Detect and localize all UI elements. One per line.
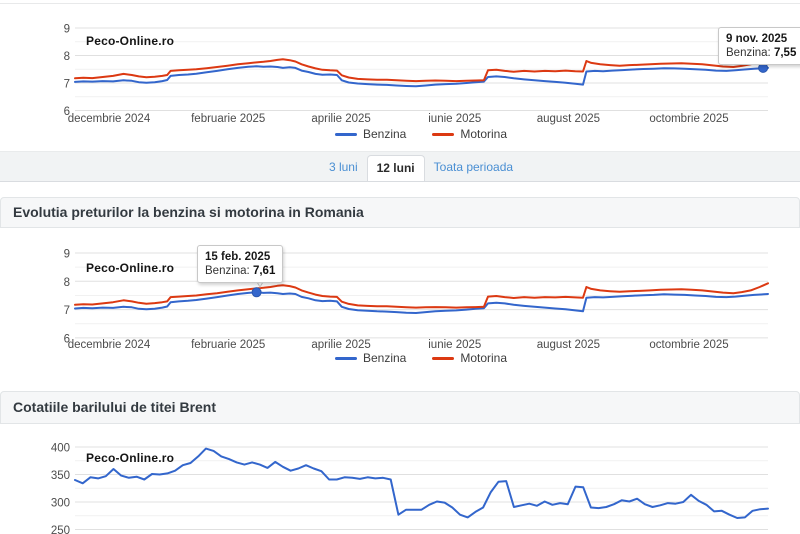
x-axis-tick-label: iunie 2025 xyxy=(428,113,481,125)
x-axis-tick-label: octombrie 2025 xyxy=(649,339,728,351)
y-axis-tick-label: 350 xyxy=(51,470,70,482)
legend-label: Motorina xyxy=(460,127,507,141)
legend-item-benzina: Benzina xyxy=(335,127,406,141)
tab-3-luni[interactable]: 3 luni xyxy=(320,155,367,181)
x-axis-tick-label: februarie 2025 xyxy=(191,339,265,351)
x-axis-tick-label: aprilie 2025 xyxy=(311,339,370,351)
page: 9876decembrie 2024februarie 2025aprilie … xyxy=(0,0,800,534)
x-axis-tick-label: decembrie 2024 xyxy=(68,113,151,125)
fuel-section-heading-text: Evolutia preturilor la benzina si motori… xyxy=(13,204,364,220)
y-axis-tick-label: 7 xyxy=(64,79,70,91)
x-axis-tick-label: decembrie 2024 xyxy=(68,339,151,351)
y-axis-tick-label: 9 xyxy=(64,24,70,36)
benzina-line-swatch xyxy=(335,357,357,360)
tab-12-luni[interactable]: 12 luni xyxy=(367,155,425,181)
motorina-line-swatch xyxy=(432,357,454,360)
x-axis-tick-label: august 2025 xyxy=(537,113,600,125)
tooltip-date: 15 feb. 2025 xyxy=(205,250,275,264)
legend-label: Benzina xyxy=(363,351,406,365)
brent-chart-block: 400 350 300 250 Peco-Online.ro xyxy=(0,430,800,534)
legend-item-motorina: Motorina xyxy=(432,351,507,365)
tooltip-value-row: Benzina: 7,55 xyxy=(726,46,796,60)
tooltip-date: 9 nov. 2025 xyxy=(726,32,796,46)
fuel-chart-top-block: 9876decembrie 2024februarie 2025aprilie … xyxy=(0,0,800,150)
legend-item-motorina: Motorina xyxy=(432,127,507,141)
brent-price-chart[interactable]: 400 350 300 250 xyxy=(0,430,800,534)
chart-legend: Benzina Motorina xyxy=(21,351,800,365)
y-axis-tick-label: 9 xyxy=(64,249,70,261)
x-axis-tick-label: iunie 2025 xyxy=(428,339,481,351)
chart-legend: Benzina Motorina xyxy=(21,127,800,141)
motorina-line-swatch xyxy=(432,133,454,136)
y-axis-tick-label: 7 xyxy=(64,305,70,317)
chart-tooltip: 9 nov. 2025 Benzina: 7,55 xyxy=(718,27,800,65)
y-axis-tick-label: 8 xyxy=(64,277,70,289)
period-tabs: 3 luni 12 luni Toata perioada xyxy=(0,151,800,182)
selected-point-marker[interactable] xyxy=(252,288,261,297)
y-axis-tick-label: 300 xyxy=(51,498,70,510)
brent-section-heading-text: Cotatiile barilului de titei Brent xyxy=(13,399,216,415)
x-axis-tick-label: aprilie 2025 xyxy=(311,113,370,125)
y-axis-tick-label: 8 xyxy=(64,51,70,63)
chart-tooltip: 15 feb. 2025 Benzina: 7,61 xyxy=(197,245,283,283)
x-axis-tick-label: februarie 2025 xyxy=(191,113,265,125)
fuel-chart-main-block: 9876decembrie 2024februarie 2025aprilie … xyxy=(0,235,800,370)
tab-toata-perioada[interactable]: Toata perioada xyxy=(425,155,522,181)
tooltip-value-row: Benzina: 7,61 xyxy=(205,264,275,278)
brent-section-heading: Cotatiile barilului de titei Brent xyxy=(0,391,800,424)
benzina-line-swatch xyxy=(335,133,357,136)
brent-series-line xyxy=(75,449,768,518)
brand-watermark: Peco-Online.ro xyxy=(86,261,174,275)
fuel-section-heading: Evolutia preturilor la benzina si motori… xyxy=(0,197,800,228)
legend-label: Benzina xyxy=(363,127,406,141)
x-axis-tick-label: august 2025 xyxy=(537,339,600,351)
fuel-price-chart-main[interactable]: 9876decembrie 2024februarie 2025aprilie … xyxy=(0,235,800,370)
y-axis-tick-label: 250 xyxy=(51,525,70,534)
brand-watermark: Peco-Online.ro xyxy=(86,451,174,465)
legend-label: Motorina xyxy=(460,351,507,365)
legend-item-benzina: Benzina xyxy=(335,351,406,365)
x-axis-tick-label: octombrie 2025 xyxy=(649,113,728,125)
y-axis-tick-label: 400 xyxy=(51,443,70,455)
brand-watermark: Peco-Online.ro xyxy=(86,34,174,48)
